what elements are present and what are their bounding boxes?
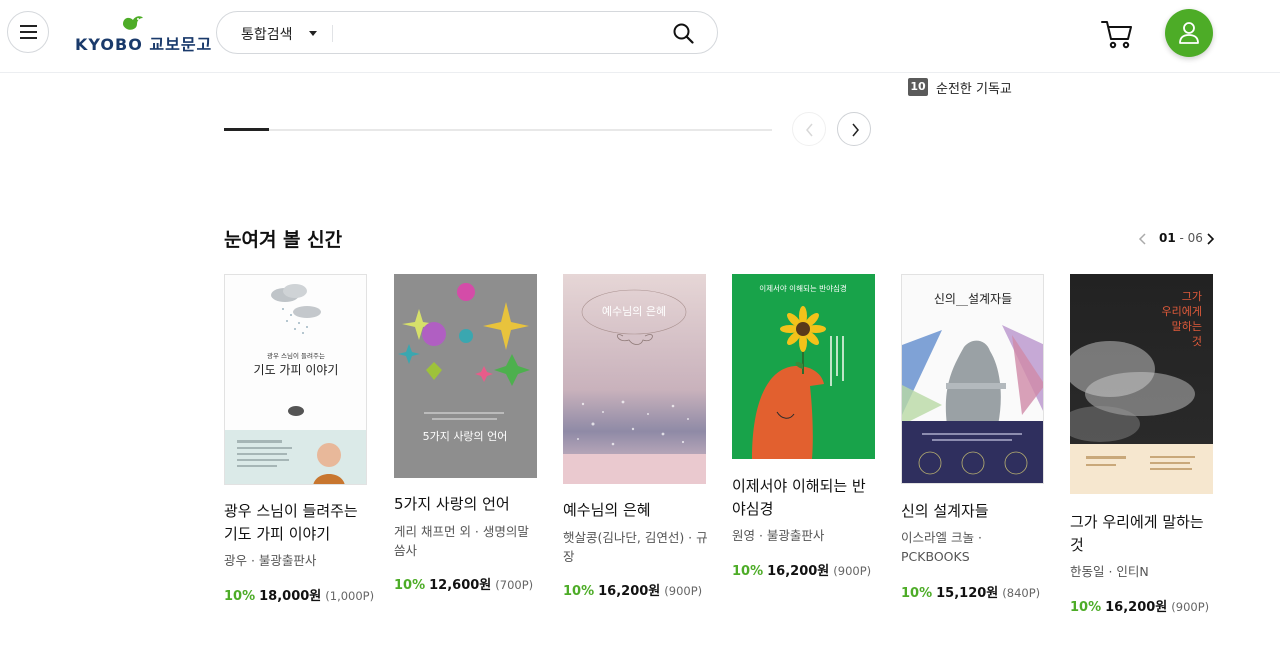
discount-rate: 10% — [224, 589, 256, 604]
cover-title-line: 예수님의 은혜 — [602, 305, 666, 318]
book-author[interactable]: 햇살콩(김나단, 김연선) · 규장 — [563, 528, 708, 566]
book-author[interactable]: 원영 · 불광출판사 — [732, 526, 877, 545]
cover-title-line: 5가지 사랑의 언어 — [423, 430, 508, 443]
book-cover[interactable]: 5가지 사랑의 언어 — [394, 274, 537, 478]
rank-badge: 10 — [908, 78, 928, 96]
sale-price: 16,200원 — [767, 564, 830, 579]
search-category-select[interactable]: 통합검색 — [241, 24, 293, 44]
search-icon[interactable] — [673, 23, 694, 44]
search-divider — [332, 25, 333, 42]
chevron-right-icon — [852, 123, 859, 137]
carousel-prev-button[interactable] — [792, 112, 826, 146]
cover-title-line: 광우 스님이 들려주는 — [267, 351, 325, 360]
discount-rate: 10% — [901, 586, 933, 601]
rank-title[interactable]: 순전한 기독교 — [936, 78, 1012, 97]
book-author[interactable]: 한동일 · 인티N — [1070, 562, 1215, 581]
cart-icon[interactable] — [1101, 20, 1133, 49]
carousel-progress-fill — [224, 128, 270, 131]
sale-price: 16,200원 — [1105, 600, 1168, 615]
book-title[interactable]: 이제서야 이해되는 반야심경 — [732, 475, 877, 521]
book-author[interactable]: 이스라엘 크놀 · PCKBOOKS — [901, 528, 1046, 566]
search-input[interactable] — [337, 20, 661, 48]
section-title: 눈여겨 볼 신간 — [224, 229, 343, 251]
sale-price: 16,200원 — [598, 584, 661, 599]
pager-current: 01 — [1159, 231, 1176, 245]
book-price: 10% 15,120원 (840P) — [901, 582, 1051, 601]
menu-button[interactable] — [7, 11, 49, 53]
discount-rate: 10% — [563, 584, 595, 599]
book-cover[interactable]: 예수님의 은혜 — [563, 274, 706, 484]
user-icon — [1179, 22, 1199, 44]
logo-text: KYOBO 교보문고 — [75, 35, 213, 54]
book-title[interactable]: 그가 우리에게 말하는 것 — [1070, 511, 1215, 557]
book-cover[interactable]: 광우 스님이 들려주는 기도 가피 이야기 — [224, 274, 367, 485]
caret-down-icon[interactable] — [309, 31, 317, 36]
book-title[interactable]: 예수님의 은혜 — [563, 499, 708, 522]
sale-price: 15,120원 — [936, 586, 999, 601]
cover-title-line: 우리에게 — [1162, 305, 1202, 318]
pager-text: 01 - 06 — [1159, 231, 1203, 245]
reward-point: (900P) — [664, 584, 703, 598]
pager-total: 06 — [1187, 231, 1203, 245]
book-title[interactable]: 5가지 사랑의 언어 — [394, 493, 539, 516]
book-price: 10% 16,200원 (900P) — [1070, 596, 1220, 615]
reward-point: (700P) — [495, 578, 534, 592]
book-author[interactable]: 게리 채프먼 외 · 생명의말씀사 — [394, 522, 539, 560]
user-button[interactable] — [1165, 9, 1213, 57]
book-cover[interactable]: 신의__설계자들 — [901, 274, 1044, 484]
cover-title-line: 이제서야 이해되는 반야심경 — [759, 283, 847, 293]
section-pager: 01 - 06 — [1138, 231, 1218, 247]
cover-title-line: 것 — [1192, 335, 1202, 348]
book-price: 10% 16,200원 (900P) — [563, 580, 713, 599]
reward-point: (900P) — [833, 564, 872, 578]
carousel-progress — [224, 128, 772, 131]
top-header: KYOBO 교보문고 통합검색 — [0, 0, 1280, 73]
sale-price: 18,000원 — [259, 589, 322, 604]
chevron-left-icon — [806, 123, 813, 137]
chevron-left-icon[interactable] — [1138, 233, 1147, 245]
reward-point: (1,000P) — [325, 589, 375, 603]
book-cover[interactable]: 이제서야 이해되는 반야심경 — [732, 274, 875, 459]
hamburger-icon — [20, 25, 37, 39]
reward-point: (900P) — [1171, 600, 1210, 614]
book-price: 10% 18,000원 (1,000P) — [224, 585, 374, 604]
cover-title-line: 신의__설계자들 — [934, 292, 1012, 306]
cover-title-line: 기도 가피 이야기 — [254, 363, 339, 377]
reward-point: (840P) — [1002, 586, 1041, 600]
cover-title-line: 말하는 — [1172, 319, 1202, 333]
discount-rate: 10% — [394, 578, 426, 593]
pager-separator: - — [1175, 231, 1188, 245]
search-bar: 통합검색 — [216, 11, 718, 54]
kyobo-logo[interactable]: KYOBO 교보문고 — [75, 14, 211, 54]
logo-bird-icon — [123, 16, 143, 30]
book-title[interactable]: 신의 설계자들 — [901, 500, 1046, 523]
carousel-next-button[interactable] — [837, 112, 871, 146]
book-title[interactable]: 광우 스님이 들려주는 기도 가피 이야기 — [224, 500, 369, 546]
book-cover[interactable]: 그가 우리에게 말하는 것 — [1070, 274, 1213, 494]
discount-rate: 10% — [732, 564, 764, 579]
book-author[interactable]: 광우 · 불광출판사 — [224, 551, 369, 570]
sale-price: 12,600원 — [429, 578, 492, 593]
book-price: 10% 12,600원 (700P) — [394, 574, 544, 593]
discount-rate: 10% — [1070, 600, 1102, 615]
cover-title-line: 그가 — [1182, 290, 1202, 303]
chevron-right-icon[interactable] — [1206, 233, 1215, 245]
book-price: 10% 16,200원 (900P) — [732, 560, 882, 579]
